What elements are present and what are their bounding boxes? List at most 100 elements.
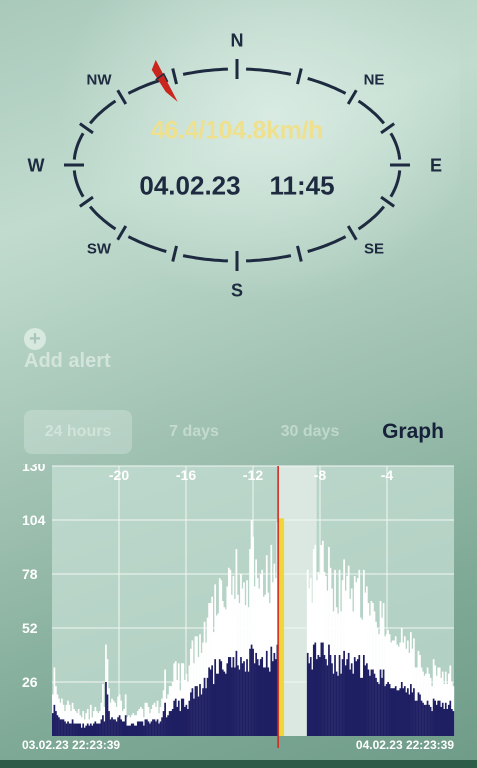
wind-graph[interactable]: 26 52 78 104 130 -20 -16 -12 -8 -4 03.02.23 22:23:…	[0, 464, 477, 760]
x-tick-label: -4	[381, 467, 394, 483]
average-bar	[423, 704, 426, 736]
average-bar	[155, 721, 157, 736]
average-bar	[170, 711, 173, 736]
average-bar	[127, 725, 130, 736]
average-bar	[322, 642, 324, 736]
compass-tick	[171, 68, 178, 85]
average-bar	[429, 706, 432, 736]
average-bar	[68, 723, 71, 736]
graph-end-label: 04.02.23 22:23:39	[356, 738, 454, 752]
average-bar	[187, 709, 189, 736]
y-tick-label: 130	[22, 464, 46, 474]
tab-7-days[interactable]: 7 days	[140, 410, 248, 454]
average-bar	[143, 725, 145, 736]
average-bar	[262, 667, 265, 736]
average-bar	[399, 688, 402, 736]
average-bar	[97, 723, 100, 736]
average-bar	[223, 671, 226, 736]
average-bar	[381, 677, 383, 736]
average-bar	[271, 661, 274, 736]
compass-ring-arc	[307, 77, 347, 95]
average-bar	[332, 673, 335, 736]
average-bar	[243, 661, 245, 736]
average-bar	[356, 659, 359, 736]
plus-circle-icon: +	[24, 328, 46, 350]
average-bar	[252, 648, 254, 736]
average-bar	[344, 665, 347, 736]
x-tick-label: -16	[176, 467, 196, 483]
compass-ring-arc	[72, 170, 85, 198]
time-readout: 11:45	[269, 170, 335, 201]
average-bar	[268, 671, 271, 736]
compass-ring-arc	[389, 132, 402, 160]
y-tick-label: 104	[22, 512, 46, 528]
tab-graph[interactable]: Graph	[360, 410, 466, 454]
average-bar	[235, 650, 238, 736]
average-bar	[352, 673, 355, 736]
average-bar	[62, 719, 65, 736]
average-bar	[432, 698, 435, 736]
average-bar	[206, 677, 209, 736]
tab-30-days[interactable]: 30 days	[256, 410, 364, 454]
tab-24-hours[interactable]: 24 hours	[24, 410, 132, 454]
average-bar	[79, 723, 82, 736]
average-bar	[311, 669, 314, 736]
average-bar	[135, 725, 138, 736]
average-bar	[112, 719, 115, 736]
average-bar	[130, 723, 133, 736]
average-bar	[118, 715, 121, 736]
average-bar	[396, 690, 399, 736]
average-bar	[273, 652, 276, 736]
average-bar	[373, 673, 376, 736]
average-bar	[326, 665, 329, 736]
average-bar	[413, 688, 415, 736]
average-bar	[147, 721, 150, 736]
compass-label-s: S	[230, 280, 244, 301]
average-bar	[226, 663, 229, 736]
average-bar	[353, 657, 356, 736]
average-bar	[120, 719, 122, 736]
average-bar	[55, 711, 57, 736]
average-bar	[203, 677, 206, 736]
average-bar	[212, 684, 215, 736]
average-bar	[234, 667, 236, 736]
average-bar	[114, 719, 116, 736]
average-bar	[99, 723, 101, 736]
average-bar	[318, 657, 321, 736]
average-bar	[150, 721, 153, 736]
average-bar	[349, 669, 352, 736]
average-bar	[129, 725, 132, 736]
average-bar	[452, 711, 455, 736]
average-bar	[441, 702, 444, 736]
average-bar	[367, 669, 370, 736]
average-bar	[372, 669, 374, 736]
average-bar	[422, 702, 424, 736]
average-bar	[109, 719, 112, 736]
average-bar	[220, 661, 223, 736]
average-bar	[70, 723, 72, 736]
average-bar	[208, 667, 210, 736]
average-bar	[315, 659, 318, 736]
average-bar	[402, 688, 405, 736]
average-bar	[61, 719, 63, 736]
average-bar	[394, 686, 397, 736]
date-readout: 04.02.23	[139, 170, 241, 201]
average-bar	[121, 721, 124, 736]
average-bar	[341, 659, 344, 736]
average-bar	[80, 727, 83, 736]
average-bar	[387, 682, 389, 736]
compass-tick	[171, 245, 178, 262]
average-bar	[314, 642, 317, 736]
average-bar	[384, 686, 386, 736]
average-bar	[446, 709, 449, 736]
compass-ring-arc	[182, 254, 228, 263]
average-bar	[173, 700, 176, 736]
add-alert-button[interactable]: + Add alert	[24, 328, 111, 373]
average-bar	[259, 659, 262, 736]
compass-ring-arc	[127, 235, 167, 253]
average-bar	[86, 723, 89, 736]
average-bar	[390, 688, 393, 736]
average-bar	[103, 721, 106, 736]
average-bar	[102, 715, 104, 736]
average-bar	[188, 700, 191, 736]
